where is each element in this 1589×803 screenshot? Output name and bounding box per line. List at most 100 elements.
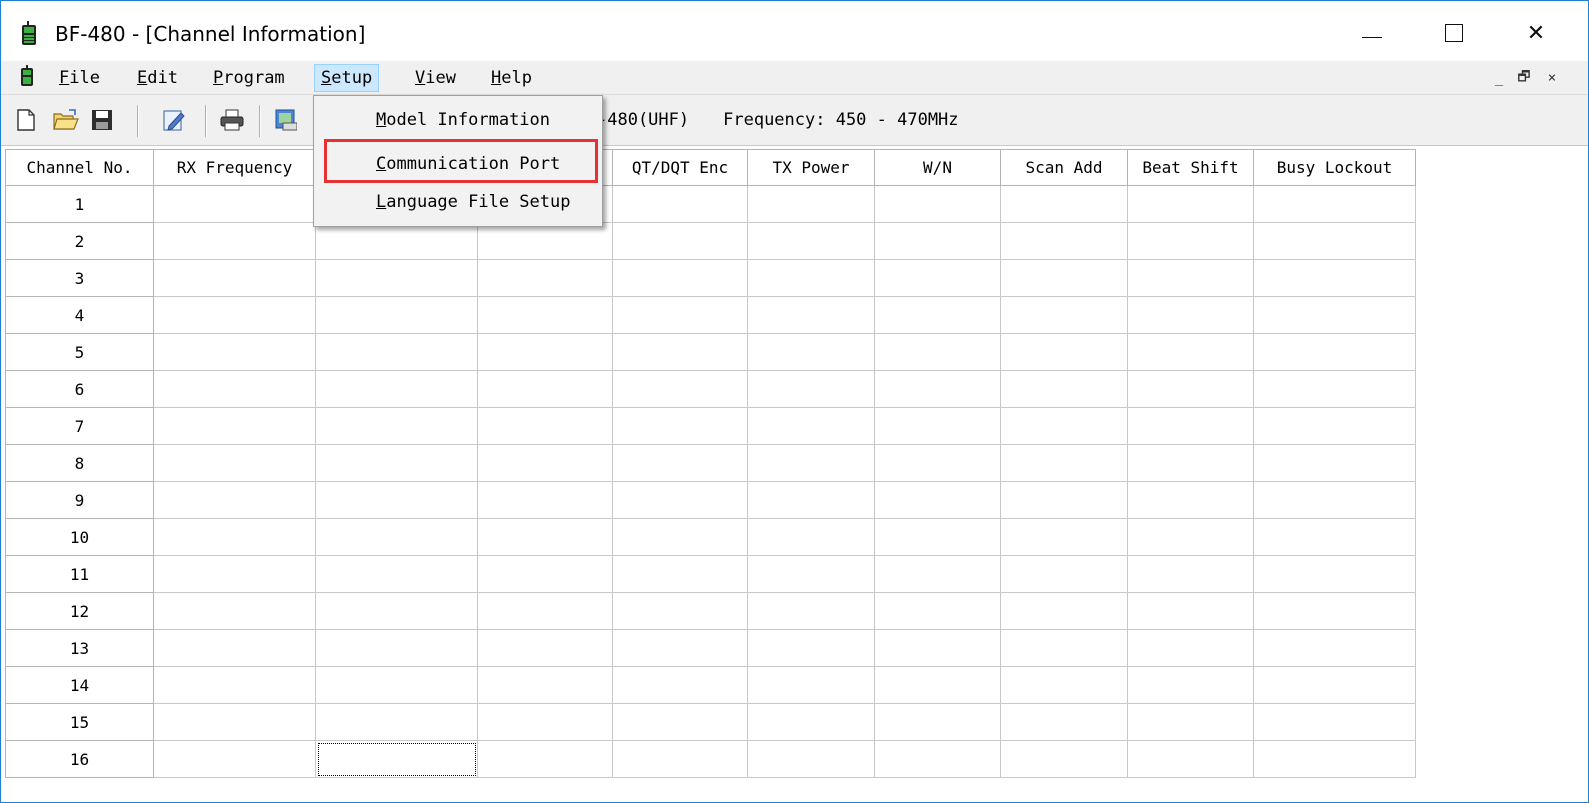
table-cell[interactable] — [315, 703, 478, 741]
table-cell[interactable] — [315, 518, 478, 556]
table-cell[interactable] — [1253, 666, 1416, 704]
table-cell[interactable] — [874, 444, 1001, 482]
column-header-w-n[interactable]: W/N — [874, 149, 1001, 186]
table-cell[interactable] — [315, 481, 478, 519]
row-header[interactable]: 8 — [5, 444, 154, 482]
mdi-close-button[interactable]: × — [1541, 67, 1563, 89]
table-cell[interactable] — [874, 703, 1001, 741]
row-header[interactable]: 14 — [5, 666, 154, 704]
mdi-minimize-button[interactable]: _ — [1488, 67, 1510, 89]
table-cell[interactable] — [153, 407, 316, 445]
table-cell[interactable] — [153, 259, 316, 297]
table-cell[interactable] — [153, 185, 316, 223]
table-cell[interactable] — [747, 370, 875, 408]
table-cell[interactable] — [153, 629, 316, 667]
table-cell[interactable] — [1000, 259, 1128, 297]
table-cell[interactable] — [1253, 259, 1416, 297]
table-cell[interactable] — [477, 370, 613, 408]
table-cell[interactable] — [153, 296, 316, 334]
column-header-scan-add[interactable]: Scan Add — [1000, 149, 1128, 186]
table-cell[interactable] — [153, 555, 316, 593]
table-cell[interactable] — [747, 333, 875, 371]
table-cell[interactable] — [315, 555, 478, 593]
table-cell[interactable] — [477, 740, 613, 778]
table-cell[interactable] — [1000, 703, 1128, 741]
table-cell[interactable] — [315, 407, 478, 445]
table-cell[interactable] — [747, 629, 875, 667]
table-cell[interactable] — [1000, 296, 1128, 334]
table-cell[interactable] — [477, 333, 613, 371]
table-cell[interactable] — [612, 629, 748, 667]
table-cell[interactable] — [1253, 592, 1416, 630]
table-cell[interactable] — [1127, 629, 1254, 667]
table-cell[interactable] — [1127, 222, 1254, 260]
table-cell[interactable] — [477, 703, 613, 741]
table-cell[interactable] — [747, 259, 875, 297]
program-button[interactable] — [273, 107, 299, 133]
table-cell[interactable] — [747, 518, 875, 556]
row-header[interactable]: 12 — [5, 592, 154, 630]
menu-program[interactable]: Program — [207, 65, 291, 91]
table-cell[interactable] — [1127, 555, 1254, 593]
table-cell[interactable] — [153, 370, 316, 408]
table-cell[interactable] — [612, 222, 748, 260]
menu-file[interactable]: File — [53, 65, 106, 91]
table-cell[interactable] — [477, 555, 613, 593]
table-cell[interactable] — [747, 592, 875, 630]
new-file-button[interactable] — [13, 107, 39, 133]
row-header[interactable]: 6 — [5, 370, 154, 408]
table-cell[interactable] — [747, 740, 875, 778]
table-cell[interactable] — [1127, 592, 1254, 630]
table-cell[interactable] — [1253, 222, 1416, 260]
table-cell[interactable] — [874, 296, 1001, 334]
table-cell[interactable] — [1253, 740, 1416, 778]
menu-help[interactable]: Help — [485, 65, 538, 91]
row-header[interactable]: 11 — [5, 555, 154, 593]
table-cell[interactable] — [874, 518, 1001, 556]
table-cell[interactable] — [874, 666, 1001, 704]
table-cell[interactable] — [612, 518, 748, 556]
table-cell[interactable] — [1253, 518, 1416, 556]
table-cell[interactable] — [1000, 407, 1128, 445]
mdi-restore-button[interactable]: 🗗 — [1513, 67, 1535, 89]
maximize-button[interactable] — [1425, 13, 1483, 53]
table-cell[interactable] — [315, 444, 478, 482]
table-cell[interactable] — [1000, 185, 1128, 223]
table-cell[interactable] — [153, 444, 316, 482]
column-header-rx-frequency[interactable]: RX Frequency — [153, 149, 316, 186]
table-cell[interactable] — [1000, 370, 1128, 408]
table-cell[interactable] — [1127, 259, 1254, 297]
save-button[interactable] — [89, 107, 115, 133]
table-cell[interactable] — [315, 370, 478, 408]
table-cell[interactable] — [153, 740, 316, 778]
table-cell[interactable] — [477, 407, 613, 445]
table-cell[interactable] — [153, 666, 316, 704]
table-cell[interactable] — [477, 518, 613, 556]
table-cell[interactable] — [612, 370, 748, 408]
row-header[interactable]: 15 — [5, 703, 154, 741]
table-cell[interactable] — [1253, 296, 1416, 334]
column-header-qt-dqt-enc[interactable]: QT/DQT Enc — [612, 149, 748, 186]
table-cell[interactable] — [315, 629, 478, 667]
table-cell[interactable] — [1000, 481, 1128, 519]
table-cell[interactable] — [1000, 222, 1128, 260]
document-radio-icon[interactable] — [19, 65, 35, 87]
table-cell[interactable] — [1127, 518, 1254, 556]
minimize-button[interactable] — [1343, 13, 1401, 53]
column-header-beat-shift[interactable]: Beat Shift — [1127, 149, 1254, 186]
table-cell[interactable] — [747, 703, 875, 741]
table-cell[interactable] — [153, 592, 316, 630]
table-cell[interactable] — [1253, 555, 1416, 593]
table-cell[interactable] — [477, 629, 613, 667]
table-cell[interactable] — [612, 444, 748, 482]
table-cell[interactable] — [477, 259, 613, 297]
table-cell[interactable] — [874, 407, 1001, 445]
table-cell[interactable] — [612, 296, 748, 334]
print-button[interactable] — [219, 107, 245, 133]
table-cell[interactable] — [874, 185, 1001, 223]
table-cell[interactable] — [1253, 333, 1416, 371]
table-cell[interactable] — [315, 296, 478, 334]
table-cell[interactable] — [1127, 666, 1254, 704]
row-header[interactable]: 13 — [5, 629, 154, 667]
table-cell[interactable] — [747, 185, 875, 223]
